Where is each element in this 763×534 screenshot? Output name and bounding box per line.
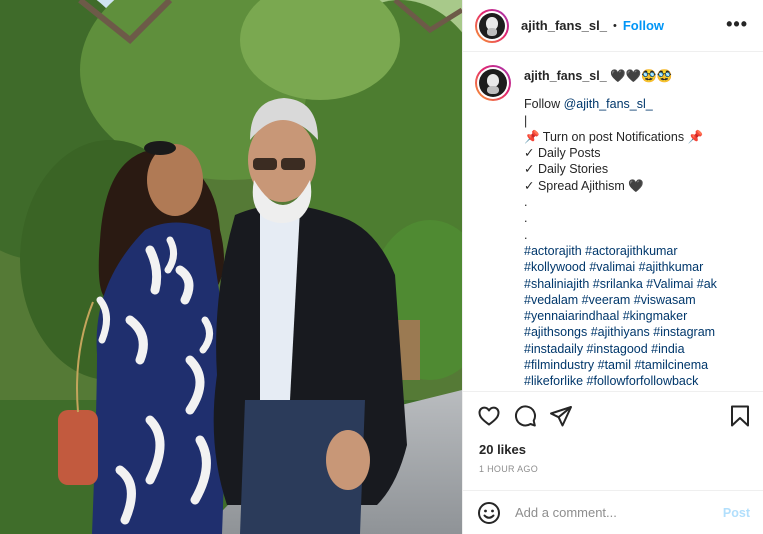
caption-line: . (524, 195, 528, 210)
share-icon[interactable] (549, 404, 573, 428)
mention-link[interactable]: @ajith_fans_sl_ (564, 97, 653, 111)
caption-line: . (524, 227, 528, 242)
caption-body: ajith_fans_sl_ 🖤🖤🥸🥸 Follow @ajith_fans_s… (524, 65, 752, 391)
hashtag-line[interactable]: #shaliniajith #srilanka #Valimai #ak (524, 276, 752, 292)
more-options-icon[interactable]: ••• (726, 15, 748, 33)
avatar[interactable] (475, 8, 509, 43)
caption-line: ✓ Daily Stories (524, 162, 609, 177)
caption-header: ajith_fans_sl_ 🖤🖤🥸🥸 (524, 68, 752, 84)
photo-image (0, 0, 462, 534)
hashtag-line[interactable]: #instadaily #instagood #india (524, 341, 752, 357)
caption-username[interactable]: ajith_fans_sl_ (524, 69, 607, 83)
post-header: ajith_fans_sl_ • Follow ••• (463, 0, 763, 52)
hashtag-line[interactable]: #kollywood #valimai #ajithkumar (524, 259, 752, 275)
caption-line: ✓ Daily Posts (524, 146, 601, 161)
caption-username-suffix: 🖤🖤🥸🥸 (610, 69, 673, 83)
post-comment-button[interactable]: Post (723, 506, 750, 520)
emoji-icon[interactable] (477, 501, 501, 525)
heart-icon[interactable] (477, 404, 501, 428)
caption: ajith_fans_sl_ 🖤🖤🥸🥸 Follow @ajith_fans_s… (463, 53, 763, 391)
comment-bar: Post (463, 490, 763, 534)
hashtag-line[interactable]: #yennaiarindhaal #kingmaker (524, 308, 752, 324)
post-photo[interactable] (0, 0, 462, 534)
caption-line: 📌 Turn on post Notifications 📌 (524, 129, 704, 144)
hashtag-line[interactable]: #actorajith #actorajithkumar (524, 243, 752, 259)
header-username[interactable]: ajith_fans_sl_ (521, 18, 607, 33)
hashtag-line[interactable]: #vedalam #veeram #viswasam (524, 292, 752, 308)
bookmark-icon[interactable] (728, 404, 752, 428)
hashtags: #actorajith #actorajithkumar #kollywood … (524, 243, 752, 390)
follow-button[interactable]: Follow (623, 18, 664, 33)
comment-input[interactable] (515, 505, 715, 520)
hashtag-line[interactable]: #likeforlike #followforfollowback (524, 373, 752, 389)
caption-avatar[interactable] (475, 65, 511, 101)
caption-line: | (524, 113, 528, 128)
comment-icon[interactable] (513, 404, 537, 428)
avatar-image (479, 12, 505, 39)
separator-dot: • (613, 19, 617, 32)
caption-line: ✓ Spread Ajithism 🖤 (524, 178, 644, 193)
hashtag-line[interactable]: #filmindustry #tamil #tamilcinema (524, 357, 752, 373)
caption-line: . (524, 211, 528, 226)
avatar-image (479, 69, 507, 97)
post-details-panel: ajith_fans_sl_ • Follow ••• ajith_fans_s… (462, 0, 763, 534)
action-bar (463, 391, 763, 439)
caption-line: Follow @ajith_fans_sl_ (524, 97, 653, 112)
post-timestamp: 1 HOUR AGO (479, 464, 539, 474)
hashtag-line[interactable]: #ajithsongs #ajithiyans #instagram (524, 324, 752, 340)
likes-count[interactable]: 20 likes (479, 442, 526, 457)
